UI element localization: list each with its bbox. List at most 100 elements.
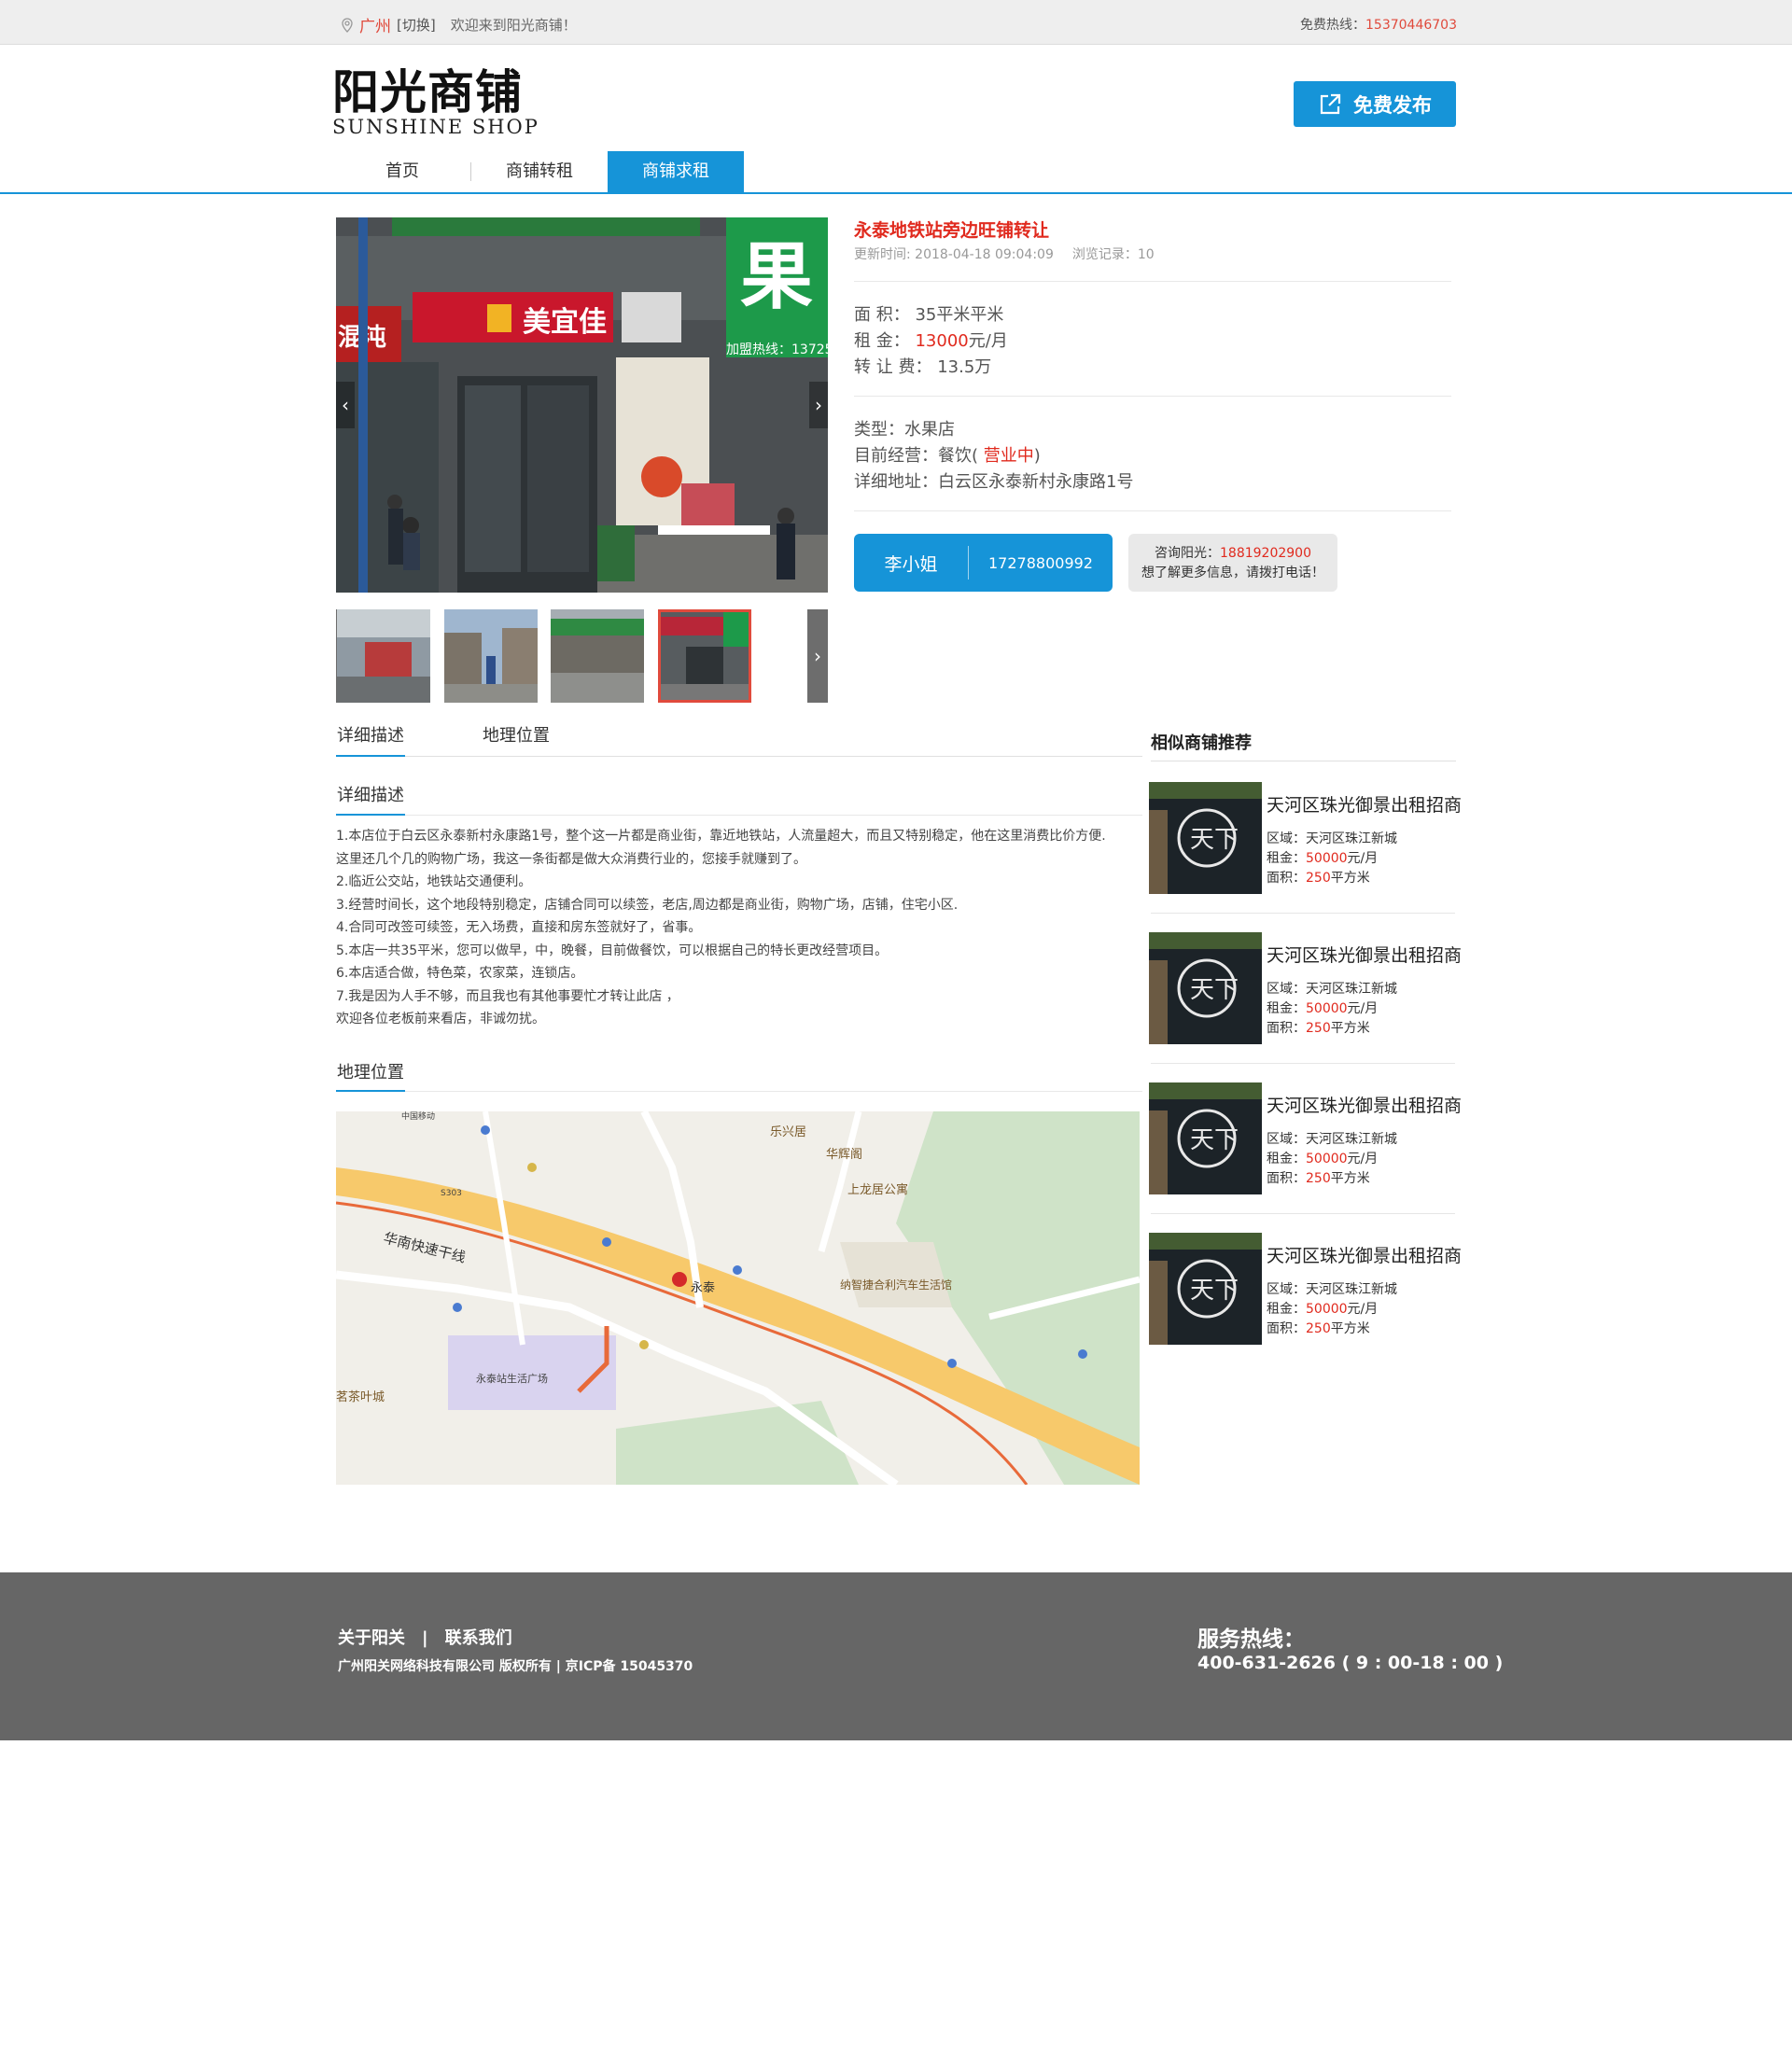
- thumbnail[interactable]: [337, 609, 430, 703]
- consult-box: 咨询阳光：18819202900 想了解更多信息，请拨打电话！: [1128, 534, 1337, 592]
- storefront-image: 果 加盟热线：13725 美宜佳 混沌: [336, 217, 828, 593]
- consult-line: 咨询阳光：18819202900: [1128, 544, 1337, 564]
- area-label: 面积：: [1267, 1171, 1306, 1186]
- footer-hotline-number: 400-631-2626 ( 9 : 00-18 : 00 ): [1197, 1653, 1504, 1673]
- similar-shop-district: 区域：天河区珠江新城: [1267, 1129, 1397, 1148]
- switch-city-link[interactable]: [切换]: [397, 15, 436, 35]
- rent-unit: 元/月: [968, 331, 1008, 351]
- site-logo[interactable]: 阳光商铺 SUNSHINE SHOP: [332, 67, 539, 138]
- free-hotline: 免费热线：15370446703: [1300, 15, 1457, 34]
- similar-shop-area: 面积：250平方米: [1267, 1018, 1370, 1037]
- top-bar: 广州 [切换] 欢迎来到阳光商铺！ 免费热线：15370446703: [0, 0, 1792, 45]
- update-time: 更新时间: 2018-04-18 09:04:09: [854, 247, 1054, 262]
- map-label-lexing: 乐兴居: [770, 1125, 806, 1139]
- location-pin-icon: [342, 17, 353, 33]
- area-value: 250: [1306, 1021, 1331, 1036]
- photo-store-sign: 美宜佳: [523, 306, 607, 339]
- similar-shop-district: 区域：天河区珠江新城: [1267, 829, 1397, 847]
- photo-next-arrow[interactable]: ›: [809, 382, 828, 428]
- area-value: 250: [1306, 871, 1331, 886]
- view-count: 浏览记录：10: [1071, 247, 1155, 262]
- similar-shop-card[interactable]: 天下 天河区珠光御景出租招商 区域：天河区珠江新城 租金：50000元/月 面积…: [1149, 1233, 1462, 1373]
- district-value: 天河区珠江新城: [1306, 982, 1397, 997]
- description-line: 这里还几个几的购物广场，我这一条街都是做大众消费行业的，您接手就赚到了。: [336, 851, 806, 867]
- description-line: 3.经营时间长，这个地段特别稳定，店铺合同可以续签，老店,周边都是商业街，购物广…: [336, 897, 959, 913]
- nav-home[interactable]: 首页: [334, 151, 470, 192]
- thumbnail-selected[interactable]: [658, 609, 751, 703]
- map-label-tea: 茗茶叶城: [336, 1390, 385, 1404]
- description-line: 欢迎各位老板前来看店，非诚勿扰。: [336, 1012, 545, 1026]
- district-value: 天河区珠江新城: [1306, 1132, 1397, 1147]
- nav-underline: [0, 192, 1792, 194]
- shop-meta: 更新时间: 2018-04-18 09:04:09 浏览记录：10: [854, 244, 1155, 263]
- district-label: 区域：: [1267, 1282, 1306, 1297]
- description-line: 4.合同可改签可续签，无入场费，直接和房东签就好了，省事。: [336, 920, 702, 935]
- footer-about-link[interactable]: 关于阳关: [338, 1628, 405, 1648]
- location-map[interactable]: 永泰 华南快速干线 永泰站生活广场 纳智捷合利汽车生活馆 上龙居公寓 华辉阁 乐…: [336, 1111, 1140, 1485]
- similar-shop-area: 面积：250平方米: [1267, 1168, 1370, 1187]
- similar-shop-image: 天下: [1149, 1233, 1262, 1345]
- welcome-text: 欢迎来到阳光商铺！: [450, 17, 577, 34]
- sign-text: 天下: [1190, 1126, 1239, 1154]
- similar-shop-image: 天下: [1149, 782, 1262, 894]
- tab-location[interactable]: 地理位置: [483, 722, 550, 747]
- description-line: 7.我是因为人手不够，而且我也有其他事要忙才转让此店 ，: [336, 988, 679, 1004]
- map-label-pavilion: 华辉阁: [826, 1148, 862, 1162]
- area-value: 35平米平米: [915, 305, 1004, 325]
- rent-value: 50000: [1306, 851, 1348, 866]
- rent-label: 租 金：: [854, 331, 910, 351]
- district-label: 区域：: [1267, 982, 1306, 997]
- similar-shop-card[interactable]: 天下 天河区珠光御景出租招商 区域：天河区珠江新城 租金：50000元/月 面积…: [1149, 1082, 1462, 1222]
- map-label-mobile: 中国移动: [401, 1111, 435, 1122]
- area-unit: 平方米: [1330, 1321, 1370, 1336]
- footer-contact-link[interactable]: 联系我们: [445, 1628, 512, 1648]
- transfer-fee-label: 转 让 费：: [854, 357, 932, 377]
- divider: [854, 281, 1451, 282]
- heading-underline: [336, 1090, 405, 1092]
- footer-copyright: 广州阳关网络科技有限公司 版权所有 | 京ICP备 15045370: [338, 1659, 693, 1674]
- tab-active-indicator: [336, 755, 405, 757]
- rent-unit: 元/月: [1347, 1152, 1379, 1166]
- similar-shop-title: 天河区珠光御景出租招商: [1267, 795, 1463, 816]
- divider: [854, 396, 1451, 397]
- shop-type: 类型：水果店: [854, 420, 955, 440]
- current-city: 广州: [359, 18, 391, 36]
- tab-description[interactable]: 详细描述: [337, 722, 404, 747]
- rent-value: 50000: [1306, 1152, 1348, 1166]
- contact-button[interactable]: 李小姐 17278800992: [854, 534, 1113, 592]
- logo-cn: 阳光商铺: [332, 65, 523, 119]
- similar-shop-rent: 租金：50000元/月: [1267, 1149, 1378, 1167]
- main-shop-photo: 果 加盟热线：13725 美宜佳 混沌 ‹ ›: [336, 217, 828, 593]
- free-publish-button[interactable]: 免费发布: [1294, 81, 1456, 127]
- similar-shop-card[interactable]: 天下 天河区珠光御景出租招商 区域：天河区珠江新城 租金：50000元/月 面积…: [1149, 782, 1462, 922]
- divider: [336, 1091, 1142, 1092]
- thumbnail[interactable]: [551, 609, 644, 703]
- heading-underline: [336, 814, 405, 816]
- contact-name: 李小姐: [884, 553, 938, 575]
- transfer-fee-row: 转 让 费： 13.5万: [854, 354, 991, 378]
- photo-prev-arrow[interactable]: ‹: [336, 382, 355, 428]
- area-label: 面 积：: [854, 305, 910, 325]
- divider: [1151, 913, 1455, 914]
- area-label: 面积：: [1267, 871, 1306, 886]
- main-nav: 首页 商铺转租 商铺求租: [334, 151, 744, 192]
- similar-shops-title: 相似商铺推荐: [1151, 733, 1252, 753]
- sign-text: 天下: [1190, 826, 1239, 854]
- footer: 关于阳关 | 联系我们 广州阳关网络科技有限公司 版权所有 | 京ICP备 1504…: [0, 1572, 1792, 1740]
- current-business-row: 目前经营：餐饮( 营业中): [854, 442, 1041, 467]
- similar-shop-card[interactable]: 天下 天河区珠光御景出租招商 区域：天河区珠江新城 租金：50000元/月 面积…: [1149, 932, 1462, 1072]
- divider: [1151, 1063, 1455, 1064]
- thumbnail[interactable]: [444, 609, 538, 703]
- description-line: 5.本店一共35平米，您可以做早，中，晚餐，目前做餐饮，可以根据自己的特长更改经…: [336, 943, 889, 958]
- nav-shop-wanted[interactable]: 商铺求租: [608, 151, 744, 192]
- chevron-right-icon: ›: [814, 645, 821, 667]
- photo-fruit-sign: 果: [740, 235, 813, 319]
- thumbs-next-button[interactable]: ›: [807, 609, 828, 703]
- similar-shop-rent: 租金：50000元/月: [1267, 1299, 1378, 1318]
- free-publish-label: 免费发布: [1353, 93, 1432, 117]
- rent-value: 50000: [1306, 1302, 1348, 1317]
- nav-shop-sublet[interactable]: 商铺转租: [471, 151, 608, 192]
- similar-shop-district: 区域：天河区珠江新城: [1267, 979, 1397, 998]
- chevron-left-icon: ‹: [342, 394, 349, 416]
- area-unit: 平方米: [1330, 1021, 1370, 1036]
